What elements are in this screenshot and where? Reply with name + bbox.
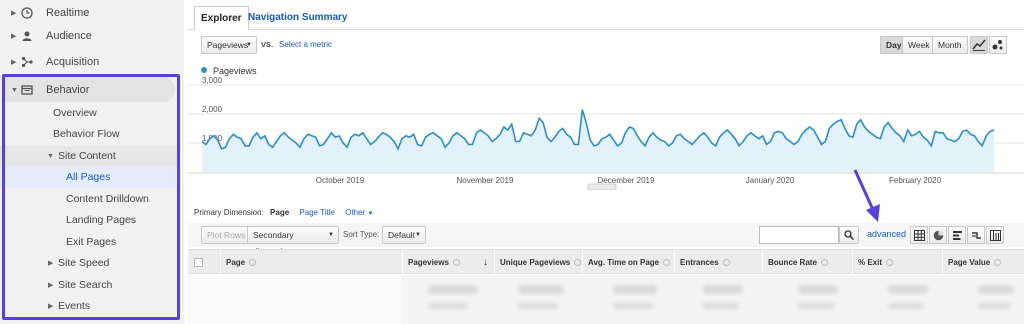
- acquisition-icon: [20, 55, 34, 69]
- line-chart-button[interactable]: [970, 36, 988, 54]
- nav-audience[interactable]: ▶ Audience: [0, 23, 184, 49]
- legend-label: Pageviews: [213, 66, 257, 76]
- expand-caret-icon: ▶: [11, 59, 17, 66]
- table-search-input[interactable]: [759, 226, 839, 244]
- period-week-button[interactable]: Week: [902, 36, 936, 54]
- dimension-other[interactable]: Other: [345, 208, 365, 217]
- clock-icon: [20, 6, 34, 20]
- blurred-cell: [613, 303, 653, 309]
- help-icon: [886, 259, 894, 267]
- dropdown-arrow-icon: ▼: [328, 232, 334, 238]
- blurred-cell: [798, 303, 834, 309]
- annotation-arrow: [853, 169, 880, 222]
- column-pageviews[interactable]: Pageviews ↓: [402, 250, 494, 275]
- blurred-cell: [518, 285, 564, 294]
- help-icon: [663, 259, 671, 267]
- column-exit[interactable]: % Exit: [852, 250, 942, 275]
- table-body: [188, 275, 1024, 324]
- help-icon: [574, 259, 582, 267]
- period-month-button[interactable]: Month: [932, 36, 968, 54]
- y-tick-label: 2,000: [202, 105, 223, 114]
- dimension-page-title[interactable]: Page Title: [299, 208, 335, 217]
- help-icon: [820, 259, 828, 267]
- chevron-down-icon[interactable]: ▼: [367, 211, 373, 217]
- help-icon: [249, 259, 257, 267]
- sort-type-select[interactable]: Default ▼: [382, 226, 426, 244]
- help-icon: [452, 259, 460, 267]
- view-data-button[interactable]: [910, 226, 928, 244]
- expand-caret-icon: ▶: [11, 10, 17, 17]
- chart-baseline: [188, 172, 1024, 174]
- view-comparison-button[interactable]: [967, 226, 985, 244]
- search-button[interactable]: [839, 226, 859, 244]
- blurred-cell: [888, 285, 928, 294]
- column-avg-time-on-page[interactable]: Avg. Time on Page: [582, 250, 674, 275]
- report-main: Explorer Navigation Summary Pageviews ▼ …: [188, 0, 1024, 324]
- dropdown-arrow-icon: ▼: [246, 42, 252, 48]
- series-area-fill: [202, 109, 994, 172]
- primary-dimension-bar: Primary Dimension: Page Page Title Other…: [194, 208, 374, 217]
- column-unique-pageviews[interactable]: Unique Pageviews: [494, 250, 582, 275]
- blurred-cell: [798, 285, 838, 294]
- tab-navigation-summary[interactable]: Navigation Summary: [242, 6, 353, 30]
- sidebar: ▶ Realtime ▶ Audience ▶ Acquisition ▼ Be…: [0, 0, 184, 324]
- table-header: Page Pageviews ↓ Unique Pageviews Avg. Ti…: [188, 249, 1024, 275]
- comparison-icon: [971, 231, 981, 239]
- secondary-dimension-select[interactable]: Secondary dimension ▼: [247, 226, 339, 256]
- blurred-cell: [518, 303, 558, 309]
- person-icon: [20, 29, 34, 43]
- metric-select[interactable]: Pageviews ▼: [201, 36, 257, 54]
- motion-chart-button[interactable]: [989, 36, 1007, 54]
- tab-explorer[interactable]: Explorer: [194, 6, 249, 30]
- x-tick-label: November 2019: [457, 176, 514, 185]
- pie-icon: [933, 230, 943, 240]
- expand-caret-icon: ▶: [11, 33, 17, 40]
- blurred-cell: [888, 303, 924, 309]
- select-metric-link[interactable]: Select a metric: [279, 40, 332, 49]
- pivot-icon: [989, 229, 1001, 241]
- blurred-cell: [703, 303, 739, 309]
- x-tick-label: January 2020: [746, 176, 795, 185]
- sort-desc-icon: ↓: [483, 257, 488, 268]
- select-all-checkbox[interactable]: [194, 258, 203, 267]
- dropdown-arrow-icon: ▼: [415, 232, 421, 238]
- y-axis-ticks: 1,0002,0003,000: [202, 76, 223, 143]
- legend-marker: [201, 67, 207, 73]
- help-icon: [722, 259, 730, 267]
- bar-list-icon: [952, 230, 962, 240]
- blurred-cell: [978, 303, 1010, 309]
- nav-acquisition[interactable]: ▶ Acquisition: [0, 49, 184, 75]
- line-chart-icon: [972, 39, 986, 51]
- blurred-cell: [978, 285, 1014, 294]
- help-icon: [994, 259, 1002, 267]
- x-tick-label: October 2019: [316, 176, 365, 185]
- advanced-filter-link[interactable]: advanced: [867, 229, 906, 239]
- x-tick-label: February 2020: [889, 176, 942, 185]
- blurred-cell: [428, 303, 468, 309]
- column-entrances[interactable]: Entrances: [674, 250, 762, 275]
- motion-chart-icon: [992, 40, 1003, 50]
- view-performance-button[interactable]: [948, 226, 966, 244]
- table-row: [402, 275, 1024, 324]
- chart-resize-handle[interactable]: [587, 183, 617, 190]
- column-page-value[interactable]: Page Value: [942, 250, 1024, 275]
- blurred-cell: [703, 285, 743, 294]
- grid-icon: [913, 229, 925, 241]
- pageviews-chart: Pageviews 1,0002,0003,000 October 2019No…: [188, 66, 1024, 190]
- vs-label: VS.: [261, 40, 274, 49]
- blurred-cell: [428, 285, 478, 294]
- report-tabs: Explorer Navigation Summary: [188, 0, 1024, 30]
- dimension-page[interactable]: Page: [270, 208, 289, 217]
- y-tick-label: 3,000: [202, 76, 223, 85]
- plot-rows-button[interactable]: Plot Rows: [201, 226, 252, 244]
- blurred-cell: [613, 285, 657, 294]
- view-pivot-button[interactable]: [986, 226, 1004, 244]
- search-icon: [844, 230, 854, 240]
- view-percentage-button[interactable]: [929, 226, 947, 244]
- column-bounce-rate[interactable]: Bounce Rate: [762, 250, 852, 275]
- column-page[interactable]: Page: [220, 250, 402, 275]
- sort-type-label: Sort Type:: [343, 230, 380, 239]
- behavior-highlight-box: [2, 74, 180, 320]
